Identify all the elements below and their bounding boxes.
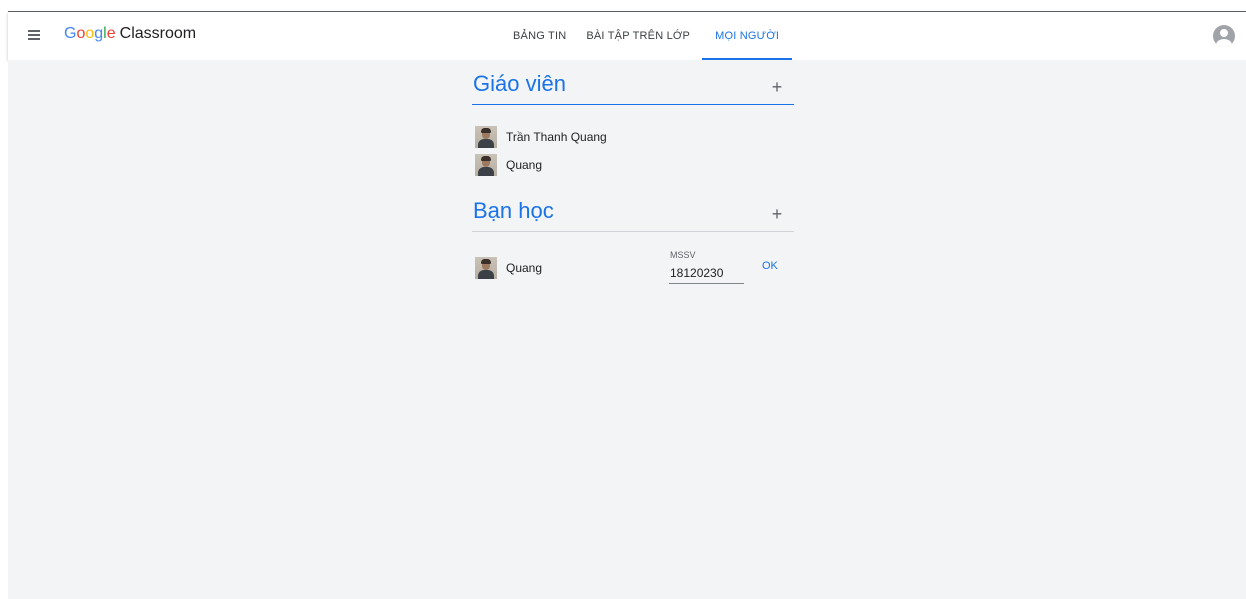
classmates-header: Bạn học + bbox=[472, 179, 794, 232]
logo-letter-g2: g bbox=[94, 25, 104, 42]
avatar bbox=[475, 257, 497, 279]
teachers-title: Giáo viên bbox=[473, 71, 566, 96]
classmates-title: Bạn học bbox=[473, 198, 554, 223]
account-circle-icon[interactable] bbox=[1213, 25, 1235, 47]
logo-letter-e: e bbox=[106, 25, 116, 42]
avatar bbox=[475, 154, 497, 176]
teacher-row: Trần Thanh Quang bbox=[472, 123, 794, 151]
classmate-name: Quang bbox=[506, 261, 543, 275]
people-list: Giáo viên + Trần Thanh Quang Quang Bạn h… bbox=[472, 60, 794, 286]
add-classmate-button[interactable]: + bbox=[768, 204, 786, 225]
teacher-row: Quang bbox=[472, 151, 794, 179]
brand[interactable]: Google Classroom bbox=[64, 25, 196, 43]
product-name: Classroom bbox=[119, 25, 197, 42]
teacher-name: Quang bbox=[506, 158, 543, 172]
logo-letter-o2: o bbox=[85, 25, 95, 42]
classmate-row: Quang MSSV OK bbox=[472, 250, 794, 286]
teachers-header: Giáo viên + bbox=[472, 60, 794, 105]
tab-people[interactable]: MỌI NGƯỜI bbox=[702, 12, 793, 60]
teacher-name: Trần Thanh Quang bbox=[506, 130, 607, 144]
menu-icon[interactable] bbox=[28, 30, 40, 40]
people-page: Giáo viên + Trần Thanh Quang Quang Bạn h… bbox=[8, 60, 1246, 599]
ok-button[interactable]: OK bbox=[762, 260, 778, 272]
add-teacher-button[interactable]: + bbox=[768, 77, 786, 98]
mssv-input[interactable] bbox=[669, 263, 744, 284]
class-tabs: BẢNG TIN BÀI TẬP TRÊN LỚP MỌI NGƯỜI bbox=[503, 12, 793, 60]
tab-stream[interactable]: BẢNG TIN bbox=[503, 12, 576, 60]
google-logo: Google bbox=[64, 25, 116, 42]
app-bar: Google Classroom BẢNG TIN BÀI TẬP TRÊN LỚ… bbox=[8, 12, 1246, 60]
avatar bbox=[475, 126, 497, 148]
tab-classwork[interactable]: BÀI TẬP TRÊN LỚP bbox=[576, 12, 700, 60]
mssv-label: MSSV bbox=[670, 250, 696, 260]
logo-letter-g: G bbox=[64, 25, 77, 42]
